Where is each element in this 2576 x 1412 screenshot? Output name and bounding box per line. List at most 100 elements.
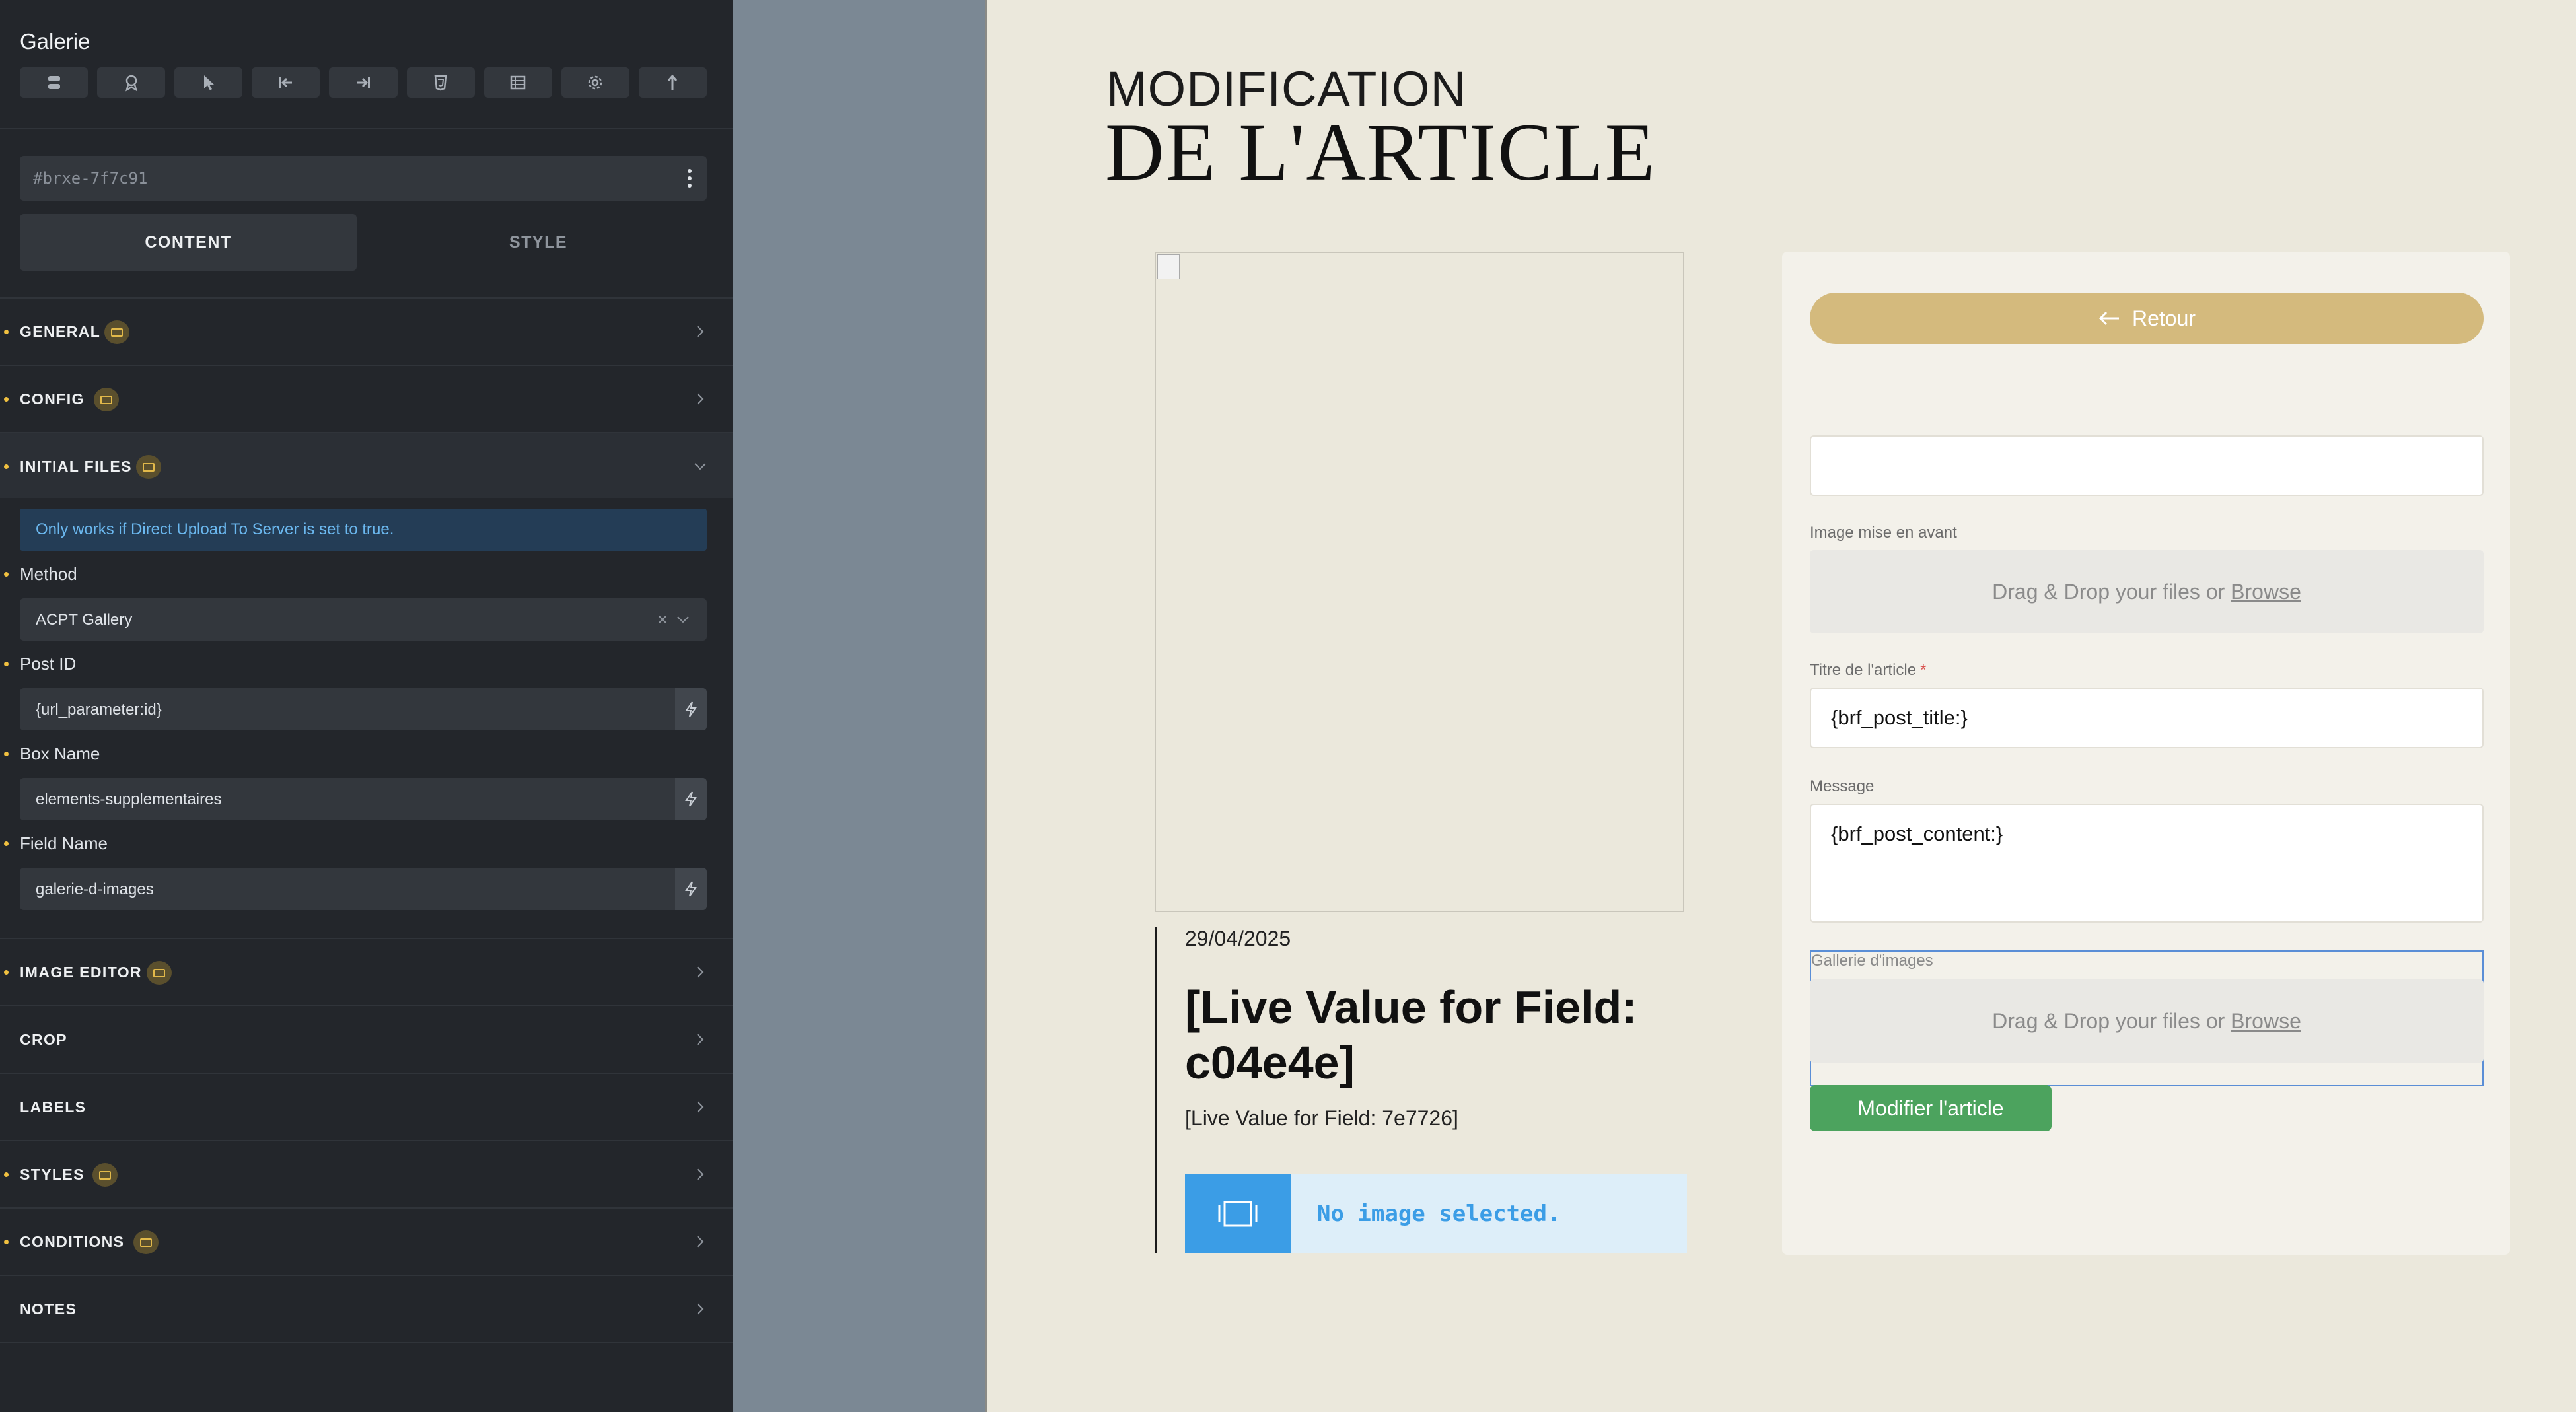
section-general[interactable]: GENERAL [0, 297, 733, 363]
arrow-left-icon [2098, 311, 2119, 326]
section-notes[interactable]: NOTES [0, 1275, 733, 1341]
post-id-input[interactable]: {url_parameter:id} [20, 688, 707, 730]
device-badge-icon [133, 1230, 159, 1254]
css-icon[interactable] [406, 67, 475, 98]
field-name-input[interactable]: galerie-d-images [20, 868, 707, 910]
arrow-left-bar-icon[interactable] [252, 67, 320, 98]
chevron-right-icon [697, 393, 704, 405]
section-image-editor[interactable]: IMAGE EDITOR [0, 938, 733, 1004]
page-heading-line2: DE L'ARTICLE [1105, 107, 1657, 197]
field-name-label: Field Name [20, 833, 108, 853]
modified-dot [4, 464, 9, 469]
gallery-label: Gallerie d'images [1811, 952, 1933, 970]
title-input[interactable]: {brf_post_title:} [1810, 688, 2484, 748]
gallery-dropzone[interactable]: Drag & Drop your files or Browse [1810, 979, 2484, 1063]
featured-image-placeholder [1155, 252, 1684, 912]
dynamic-data-icon[interactable] [675, 688, 707, 730]
chevron-right-icon [697, 966, 704, 978]
device-badge-icon [94, 388, 119, 411]
featured-image-dropzone[interactable]: Drag & Drop your files or Browse [1810, 550, 2484, 633]
section-label: NOTES [20, 1300, 77, 1318]
post-date: 29/04/2025 [1185, 927, 1291, 950]
chevron-right-icon [697, 1034, 704, 1045]
broken-image-icon [1157, 254, 1180, 279]
dropzone-text: Drag & Drop your files or [1992, 580, 2231, 604]
section-styles[interactable]: STYLES [0, 1140, 733, 1206]
clear-chevron-icon[interactable] [654, 612, 694, 627]
gallery-empty-notice: No image selected. [1185, 1174, 1687, 1253]
builder-panel: Galerie #brxe-7f7c91 CONTENT STYLE GENER… [0, 0, 733, 1412]
dynamic-data-icon[interactable] [675, 868, 707, 910]
section-label: CONDITIONS [20, 1233, 125, 1250]
section-label: GENERAL [20, 323, 101, 340]
section-config[interactable]: CONFIG [0, 365, 733, 431]
method-label: Method [20, 564, 77, 584]
modified-dot [4, 572, 9, 577]
message-textarea[interactable]: {brf_post_content:} [1810, 804, 2484, 923]
post-preview: 29/04/2025 [Live Value for Field: c04e4e… [1155, 927, 1687, 1253]
back-label: Retour [2131, 306, 2196, 330]
tab-style[interactable]: STYLE [370, 214, 707, 271]
method-select[interactable]: ACPT Gallery [20, 598, 707, 641]
chevron-down-icon [694, 463, 706, 470]
layers-icon[interactable] [20, 67, 89, 98]
element-toolbar [20, 67, 707, 98]
method-value: ACPT Gallery [36, 611, 133, 629]
section-label: STYLES [20, 1166, 85, 1183]
modified-dot [4, 841, 9, 846]
post-title: [Live Value for Field: c04e4e] [1185, 981, 1637, 1088]
modified-dot [4, 1240, 9, 1244]
dynamic-data-icon[interactable] [675, 778, 707, 820]
device-badge-icon [147, 961, 172, 985]
section-label: IMAGE EDITOR [20, 964, 143, 981]
empty-input[interactable] [1810, 435, 2484, 496]
section-conditions[interactable]: CONDITIONS [0, 1207, 733, 1273]
chevron-right-icon [697, 1101, 704, 1113]
modified-dot [4, 662, 9, 666]
dropzone-text: Drag & Drop your files or [1992, 1009, 2231, 1033]
device-badge-icon [104, 320, 129, 344]
submit-button[interactable]: Modifier l'article [1810, 1085, 2052, 1131]
browse-link[interactable]: Browse [2231, 580, 2301, 604]
gallery-icon [1185, 1174, 1291, 1253]
arrow-right-bar-icon[interactable] [329, 67, 398, 98]
chevron-right-icon [697, 1168, 704, 1180]
post-id-label: Post ID [20, 654, 77, 674]
section-label: CONFIG [20, 390, 85, 407]
cursor-icon[interactable] [174, 67, 243, 98]
no-image-text: No image selected. [1317, 1201, 1561, 1227]
element-id-field[interactable]: #brxe-7f7c91 [20, 156, 707, 201]
message-label: Message [1810, 777, 1875, 795]
share-icon[interactable] [638, 67, 707, 98]
section-label: CROP [20, 1031, 68, 1048]
tab-content[interactable]: CONTENT [20, 214, 357, 271]
device-badge-icon [136, 455, 161, 479]
chevron-right-icon [697, 1303, 704, 1315]
badge-icon[interactable] [97, 67, 166, 98]
field-name-value: galerie-d-images [36, 880, 154, 898]
element-title: Galerie [20, 29, 90, 53]
browse-link[interactable]: Browse [2231, 1009, 2301, 1033]
modified-dot [4, 1172, 9, 1177]
gear-icon[interactable] [561, 67, 629, 98]
modified-dot [4, 970, 9, 975]
section-initial-files[interactable]: INITIAL FILES [0, 432, 733, 498]
back-button[interactable]: Retour [1810, 293, 2484, 344]
section-label: INITIAL FILES [20, 458, 132, 475]
featured-image-label: Image mise en avant [1810, 524, 1957, 542]
modified-dot [4, 330, 9, 334]
table-icon[interactable] [483, 67, 552, 98]
modified-dot [4, 752, 9, 756]
section-labels[interactable]: LABELS [0, 1073, 733, 1139]
box-name-value: elements-supplementaires [36, 791, 222, 808]
preview-canvas: MODIFICATION DE L'ARTICLE 29/04/2025 [Li… [985, 0, 2576, 1412]
post-content: [Live Value for Field: 7e7726] [1185, 1106, 1458, 1130]
more-vertical-icon[interactable] [687, 168, 692, 189]
box-name-label: Box Name [20, 744, 100, 763]
section-label: LABELS [20, 1098, 87, 1115]
chevron-right-icon [697, 1236, 704, 1248]
panel-tabs: CONTENT STYLE [20, 214, 707, 271]
box-name-input[interactable]: elements-supplementaires [20, 778, 707, 820]
divider [0, 128, 733, 129]
section-crop[interactable]: CROP [0, 1005, 733, 1071]
